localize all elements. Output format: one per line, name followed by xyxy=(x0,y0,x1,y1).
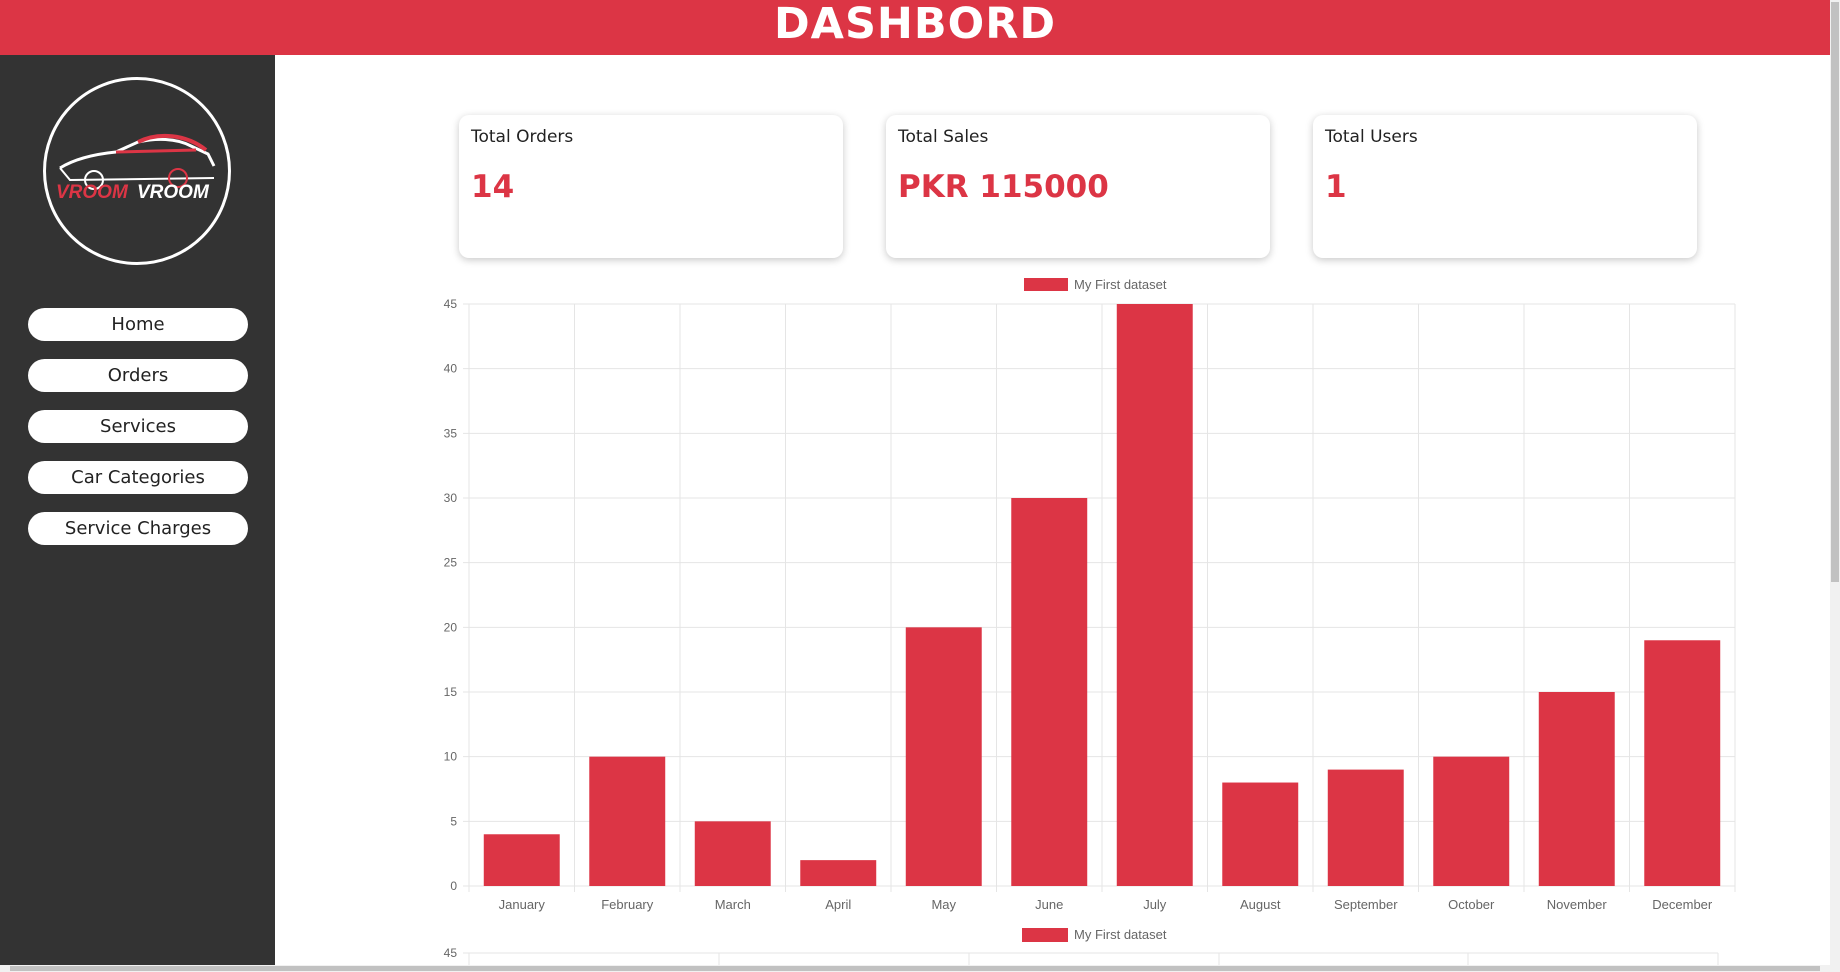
scrollbar-thumb[interactable] xyxy=(1831,2,1839,582)
y-tick-label: 10 xyxy=(444,750,458,764)
y-tick-label: 45 xyxy=(444,297,458,311)
legend-swatch xyxy=(1022,928,1068,942)
sidebar-item-car-categories[interactable]: Car Categories xyxy=(28,461,248,494)
y-tick-label: 0 xyxy=(450,879,457,893)
chart-bar xyxy=(483,834,560,886)
sidebar-nav: Home Orders Services Car Categories Serv… xyxy=(28,308,248,563)
legend-swatch xyxy=(1024,278,1068,291)
x-tick-label: July xyxy=(1143,897,1167,912)
legend-label: My First dataset xyxy=(1074,277,1167,292)
monthly-bar-chart: 0 5 10 15 20 25 30 35 40 45 January February March Ap… xyxy=(444,277,1736,965)
sidebar: VROOM VROOM Home Orders Services Car Cat… xyxy=(0,55,275,972)
legend-label: My First dataset xyxy=(1074,927,1167,942)
sidebar-item-orders[interactable]: Orders xyxy=(28,359,248,392)
x-tick-label: August xyxy=(1240,897,1281,912)
sidebar-item-service-charges[interactable]: Service Charges xyxy=(28,512,248,545)
chart-bar xyxy=(905,627,982,886)
chart-bar xyxy=(1327,769,1404,886)
x-tick-label: June xyxy=(1035,897,1063,912)
scrollbar-thumb[interactable] xyxy=(10,966,1820,971)
chart-bar xyxy=(589,756,666,886)
chart-bar xyxy=(800,860,877,886)
y-tick-label: 40 xyxy=(444,362,458,376)
x-tick-label: April xyxy=(825,897,851,912)
vertical-scrollbar[interactable] xyxy=(1830,0,1840,972)
brand-logo[interactable]: VROOM VROOM xyxy=(43,77,231,265)
chart-bar xyxy=(1433,756,1510,886)
chart-bar xyxy=(1222,782,1299,886)
x-tick-label: September xyxy=(1334,897,1398,912)
logo-text-part2: VROOM xyxy=(137,182,210,203)
main-content: Total Orders 14 Total Sales PKR 115000 T… xyxy=(275,55,1830,965)
page-title: DASHBORD xyxy=(773,0,1057,49)
y-tick-label: 5 xyxy=(450,814,457,828)
x-tick-label: December xyxy=(1652,897,1713,912)
y-tick-label: 35 xyxy=(444,426,458,440)
sidebar-item-home[interactable]: Home xyxy=(28,308,248,341)
chart-bar xyxy=(694,821,771,886)
logo-text-part1: VROOM xyxy=(56,182,129,203)
x-tick-label: May xyxy=(931,897,956,912)
chart-bar xyxy=(1011,498,1088,886)
y-tick-label: 45 xyxy=(444,946,458,960)
page-header: DASHBORD xyxy=(0,0,1830,55)
chart-bar xyxy=(1538,692,1615,886)
x-tick-label: January xyxy=(499,897,546,912)
y-tick-label: 30 xyxy=(444,491,458,505)
y-tick-label: 15 xyxy=(444,685,458,699)
car-logo-icon: VROOM VROOM xyxy=(56,133,216,203)
chart-bar xyxy=(1116,304,1193,886)
y-tick-label: 20 xyxy=(444,620,458,634)
chart-bar xyxy=(1644,640,1721,886)
y-tick-label: 25 xyxy=(444,556,458,570)
x-tick-label: October xyxy=(1448,897,1495,912)
sidebar-item-services[interactable]: Services xyxy=(28,410,248,443)
x-tick-label: March xyxy=(715,897,751,912)
x-tick-label: February xyxy=(601,897,654,912)
x-tick-label: November xyxy=(1547,897,1608,912)
horizontal-scrollbar[interactable] xyxy=(0,965,1830,972)
